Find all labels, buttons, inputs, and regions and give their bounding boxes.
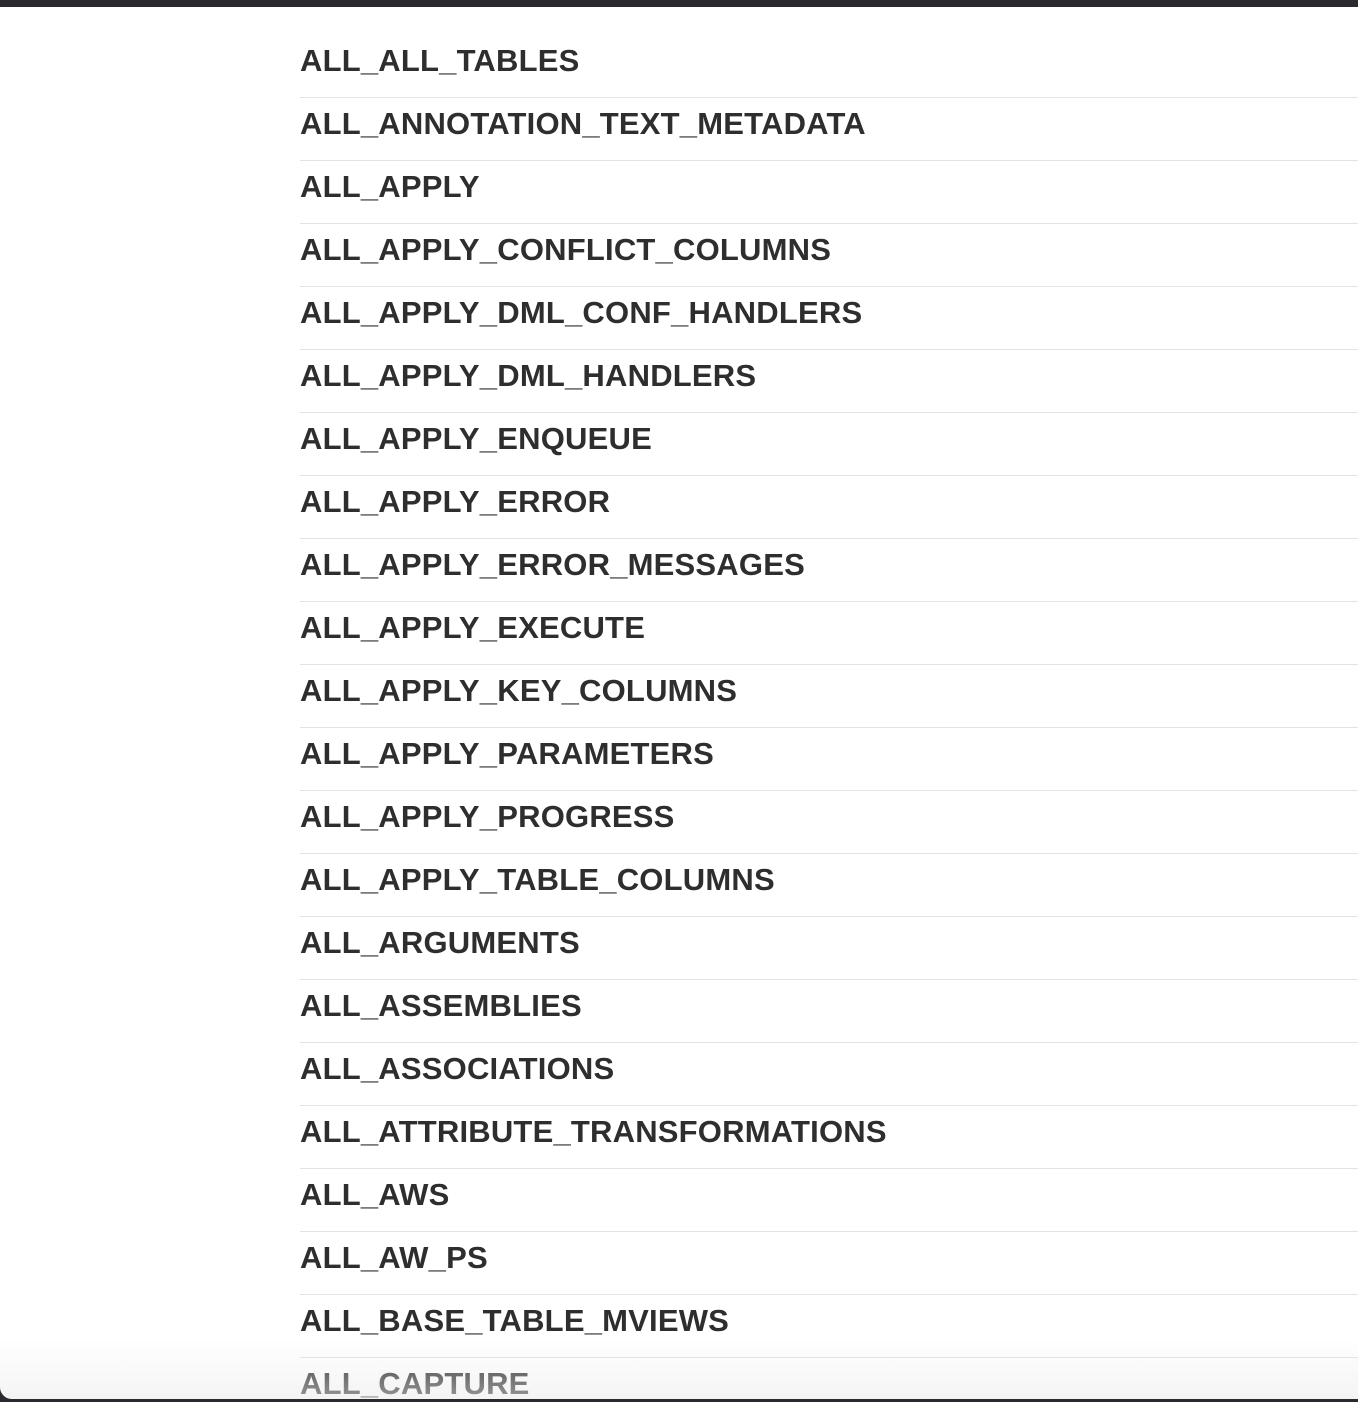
list-item-label: ALL_CAPTURE: [300, 1366, 530, 1399]
list-item[interactable]: ALL_APPLY: [300, 161, 1358, 224]
list-item[interactable]: ALL_ASSOCIATIONS: [300, 1043, 1358, 1106]
list-item[interactable]: ALL_ANNOTATION_TEXT_METADATA: [300, 98, 1358, 161]
list-item-label: ALL_ATTRIBUTE_TRANSFORMATIONS: [300, 1114, 887, 1149]
list-item[interactable]: ALL_APPLY_TABLE_COLUMNS: [300, 854, 1358, 917]
list-item[interactable]: ALL_APPLY_ERROR: [300, 476, 1358, 539]
list-item[interactable]: ALL_APPLY_EXECUTE: [300, 602, 1358, 665]
list-item-label: ALL_ANNOTATION_TEXT_METADATA: [300, 106, 866, 141]
list-item[interactable]: ALL_APPLY_CONFLICT_COLUMNS: [300, 224, 1358, 287]
list-item[interactable]: ALL_APPLY_ENQUEUE: [300, 413, 1358, 476]
list-item-label: ALL_BASE_TABLE_MVIEWS: [300, 1303, 730, 1338]
list-item-label: ALL_ASSOCIATIONS: [300, 1051, 615, 1086]
list-item-label: ALL_APPLY_ERROR: [300, 484, 611, 519]
list-item-label: ALL_APPLY_CONFLICT_COLUMNS: [300, 232, 832, 267]
list-item-label: ALL_APPLY_DML_CONF_HANDLERS: [300, 295, 863, 330]
list-item[interactable]: ALL_ASSEMBLIES: [300, 980, 1358, 1043]
list-item-label: ALL_APPLY_EXECUTE: [300, 610, 646, 645]
list-item-label: ALL_APPLY: [300, 169, 480, 204]
list-item-label: ALL_ARGUMENTS: [300, 925, 580, 960]
list-item[interactable]: ALL_AW_PS: [300, 1232, 1358, 1295]
list-item[interactable]: ALL_ALL_TABLES: [300, 35, 1358, 98]
list-item[interactable]: ALL_BASE_TABLE_MVIEWS: [300, 1295, 1358, 1358]
list-item[interactable]: ALL_APPLY_PROGRESS: [300, 791, 1358, 854]
list-item[interactable]: ALL_ARGUMENTS: [300, 917, 1358, 980]
list-item-label: ALL_APPLY_PROGRESS: [300, 799, 675, 834]
list-item-label: ALL_APPLY_ENQUEUE: [300, 421, 652, 456]
list-item[interactable]: ALL_APPLY_ERROR_MESSAGES: [300, 539, 1358, 602]
content-window: ALL_ALL_TABLES ALL_ANNOTATION_TEXT_METAD…: [0, 7, 1358, 1399]
list-item-label: ALL_APPLY_KEY_COLUMNS: [300, 673, 738, 708]
list-item-label: ALL_APPLY_TABLE_COLUMNS: [300, 862, 775, 897]
list-item[interactable]: ALL_APPLY_DML_HANDLERS: [300, 350, 1358, 413]
list-item-label: ALL_ALL_TABLES: [300, 43, 580, 78]
list-item[interactable]: ALL_APPLY_DML_CONF_HANDLERS: [300, 287, 1358, 350]
list-item[interactable]: ALL_AWS: [300, 1169, 1358, 1232]
list-item-label: ALL_APPLY_DML_HANDLERS: [300, 358, 757, 393]
list-item-label: ALL_AWS: [300, 1177, 450, 1212]
view-list: ALL_ALL_TABLES ALL_ANNOTATION_TEXT_METAD…: [300, 35, 1358, 1399]
list-item[interactable]: ALL_CAPTURE: [300, 1358, 1358, 1399]
list-item-label: ALL_AW_PS: [300, 1240, 488, 1275]
list-item-label: ALL_APPLY_PARAMETERS: [300, 736, 714, 771]
list-item[interactable]: ALL_ATTRIBUTE_TRANSFORMATIONS: [300, 1106, 1358, 1169]
list-item-label: ALL_APPLY_ERROR_MESSAGES: [300, 547, 805, 582]
list-item[interactable]: ALL_APPLY_KEY_COLUMNS: [300, 665, 1358, 728]
list-item-label: ALL_ASSEMBLIES: [300, 988, 582, 1023]
list-item[interactable]: ALL_APPLY_PARAMETERS: [300, 728, 1358, 791]
